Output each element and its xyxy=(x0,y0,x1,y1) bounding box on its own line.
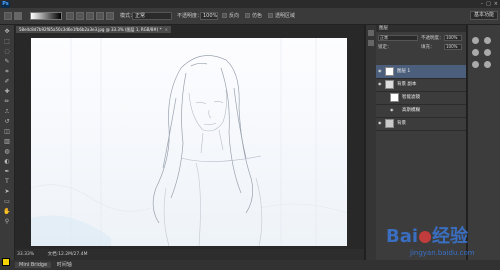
zoom-tool-icon[interactable]: ⚲ xyxy=(3,219,11,225)
gradient-tool-icon[interactable] xyxy=(4,12,12,20)
document-area: 58e4c8d7b92f85a50c3d6e1fb6b2a3e3.jpg @ 3… xyxy=(15,25,364,260)
layer-row[interactable]: ◉ 背景 副本 xyxy=(376,78,466,92)
baidu-watermark: Bai 经验 jingyan.baidu.com xyxy=(380,210,498,268)
transparency-checkbox[interactable] xyxy=(268,13,273,18)
layer-thumbnail xyxy=(385,119,394,128)
layer-name: 背景 副本 xyxy=(397,82,417,87)
layers-panel-tab[interactable]: 图层 xyxy=(376,25,466,32)
path-select-tool-icon[interactable]: ➤ xyxy=(3,189,11,195)
tools-panel: ✥ ⬚ ◌ ✎ ⌗ ✐ ✚ ✏ ⎍ ↺ ◫ ▥ ◍ ◐ ✒ T ➤ ▭ ✋ ⚲ xyxy=(0,25,15,269)
opacity-field[interactable]: 100% xyxy=(200,12,218,20)
layer-name: 高斯模糊 xyxy=(402,108,420,113)
mini-bridge-tab[interactable]: Mini Bridge xyxy=(15,262,52,268)
clone-stamp-tool-icon[interactable]: ⎍ xyxy=(3,109,11,115)
layer-name: 背景 xyxy=(397,121,406,126)
levels-icon[interactable] xyxy=(484,37,491,44)
eye-icon[interactable]: ◉ xyxy=(378,69,383,73)
layer-row[interactable]: 智能滤镜 xyxy=(376,91,466,105)
vibrance-icon[interactable] xyxy=(472,61,479,68)
eye-icon[interactable]: ◉ xyxy=(378,82,383,86)
type-tool-icon[interactable]: T xyxy=(3,179,11,185)
options-bar: 模式： 正常 不透明度： 100% 反向 仿色 透明区域 基本功能 xyxy=(0,8,500,25)
timeline-tab[interactable]: 时间轴 xyxy=(57,262,72,268)
mode-select[interactable]: 正常 xyxy=(132,12,172,20)
eraser-tool-icon[interactable]: ◫ xyxy=(3,129,11,135)
hand-tool-icon[interactable]: ✋ xyxy=(3,209,11,215)
menu-bar: Ps – □ × xyxy=(0,0,500,8)
dither-checkbox[interactable] xyxy=(245,13,250,18)
reflected-gradient-icon[interactable] xyxy=(96,12,104,20)
watermark-logo: Bai 经验 xyxy=(386,226,469,247)
workspace-switcher[interactable]: 基本功能 xyxy=(470,11,498,20)
layer-opacity-label: 不透明度： xyxy=(421,36,444,41)
hue-saturation-icon[interactable] xyxy=(484,61,491,68)
move-tool-icon[interactable]: ✥ xyxy=(3,29,11,35)
brightness-icon[interactable] xyxy=(472,37,479,44)
lasso-tool-icon[interactable]: ◌ xyxy=(3,49,11,55)
reverse-label: 反向 xyxy=(229,13,240,19)
canvas[interactable] xyxy=(31,38,347,246)
watermark-url: jingyan.baidu.com xyxy=(410,249,475,257)
crop-tool-icon[interactable]: ⌗ xyxy=(3,69,11,75)
quick-select-tool-icon[interactable]: ✎ xyxy=(3,59,11,65)
marquee-tool-icon[interactable]: ⬚ xyxy=(3,39,11,45)
transparency-label: 透明区域 xyxy=(275,13,296,19)
document-tab[interactable]: 58e4c8d7b92f85a50c3d6e1fb6b2a3e3.jpg @ 3… xyxy=(16,26,171,33)
eyedropper-tool-icon[interactable]: ✐ xyxy=(3,79,11,85)
minimize-icon[interactable]: – xyxy=(481,1,484,7)
layer-row[interactable]: ◉ 图层 1 xyxy=(376,65,466,79)
angle-gradient-icon[interactable] xyxy=(86,12,94,20)
close-icon[interactable]: × xyxy=(494,1,498,7)
photoshop-logo: Ps xyxy=(1,0,10,8)
diamond-gradient-icon[interactable] xyxy=(106,12,114,20)
zoom-level[interactable]: 33.33% xyxy=(17,252,34,257)
pen-tool-icon[interactable]: ✒ xyxy=(3,169,11,175)
history-brush-tool-icon[interactable]: ↺ xyxy=(3,119,11,125)
layer-name: 智能滤镜 xyxy=(402,95,420,100)
status-bar: 33.33% 文档:12.2M/27.4M xyxy=(15,249,364,260)
blur-tool-icon[interactable]: ◍ xyxy=(3,149,11,155)
history-panel-icon[interactable] xyxy=(368,30,374,36)
close-tab-icon[interactable]: × xyxy=(165,27,168,32)
fill-label: 填充： xyxy=(421,45,435,50)
layer-opacity-field[interactable]: 100% xyxy=(444,35,462,41)
linear-gradient-icon[interactable] xyxy=(66,12,74,20)
document-tab-title: 58e4c8d7b92f85a50c3d6e1fb6b2a3e3.jpg @ 3… xyxy=(19,27,162,32)
layer-row[interactable]: ◉ 背景 xyxy=(376,117,466,131)
lock-label: 锁定： xyxy=(378,45,392,50)
eye-icon[interactable]: ◉ xyxy=(378,121,383,125)
smart-filter-mask xyxy=(390,93,399,102)
layer-row[interactable]: ◉ 高斯模糊 xyxy=(376,104,466,118)
healing-brush-tool-icon[interactable]: ✚ xyxy=(3,89,11,95)
shape-tool-icon[interactable]: ▭ xyxy=(3,199,11,205)
paw-icon xyxy=(419,231,432,243)
gradient-tool-icon[interactable]: ▥ xyxy=(3,139,11,145)
tool-preset-icon[interactable] xyxy=(14,12,22,20)
layer-thumbnail xyxy=(385,80,394,89)
exposure-icon[interactable] xyxy=(484,49,491,56)
dither-label: 仿色 xyxy=(252,13,263,19)
window-controls: – □ × xyxy=(481,1,498,7)
layer-thumbnail xyxy=(385,67,394,76)
gradient-picker[interactable] xyxy=(30,12,62,20)
fill-field[interactable]: 100% xyxy=(444,44,462,50)
reverse-checkbox[interactable] xyxy=(222,13,227,18)
foreground-color-swatch[interactable] xyxy=(2,258,10,266)
maximize-icon[interactable]: □ xyxy=(486,1,491,7)
layer-name: 图层 1 xyxy=(397,69,411,74)
eye-icon[interactable]: ◉ xyxy=(390,108,395,112)
sketch-artwork xyxy=(31,38,347,246)
brush-tool-icon[interactable]: ✏ xyxy=(3,99,11,105)
document-size: 文档:12.2M/27.4M xyxy=(47,252,88,257)
properties-panel-icon[interactable] xyxy=(368,40,374,46)
dodge-tool-icon[interactable]: ◐ xyxy=(3,159,11,165)
blend-mode-select[interactable]: 正常 xyxy=(378,35,418,41)
radial-gradient-icon[interactable] xyxy=(76,12,84,20)
curves-icon[interactable] xyxy=(472,49,479,56)
opacity-label: 不透明度： xyxy=(177,13,203,19)
